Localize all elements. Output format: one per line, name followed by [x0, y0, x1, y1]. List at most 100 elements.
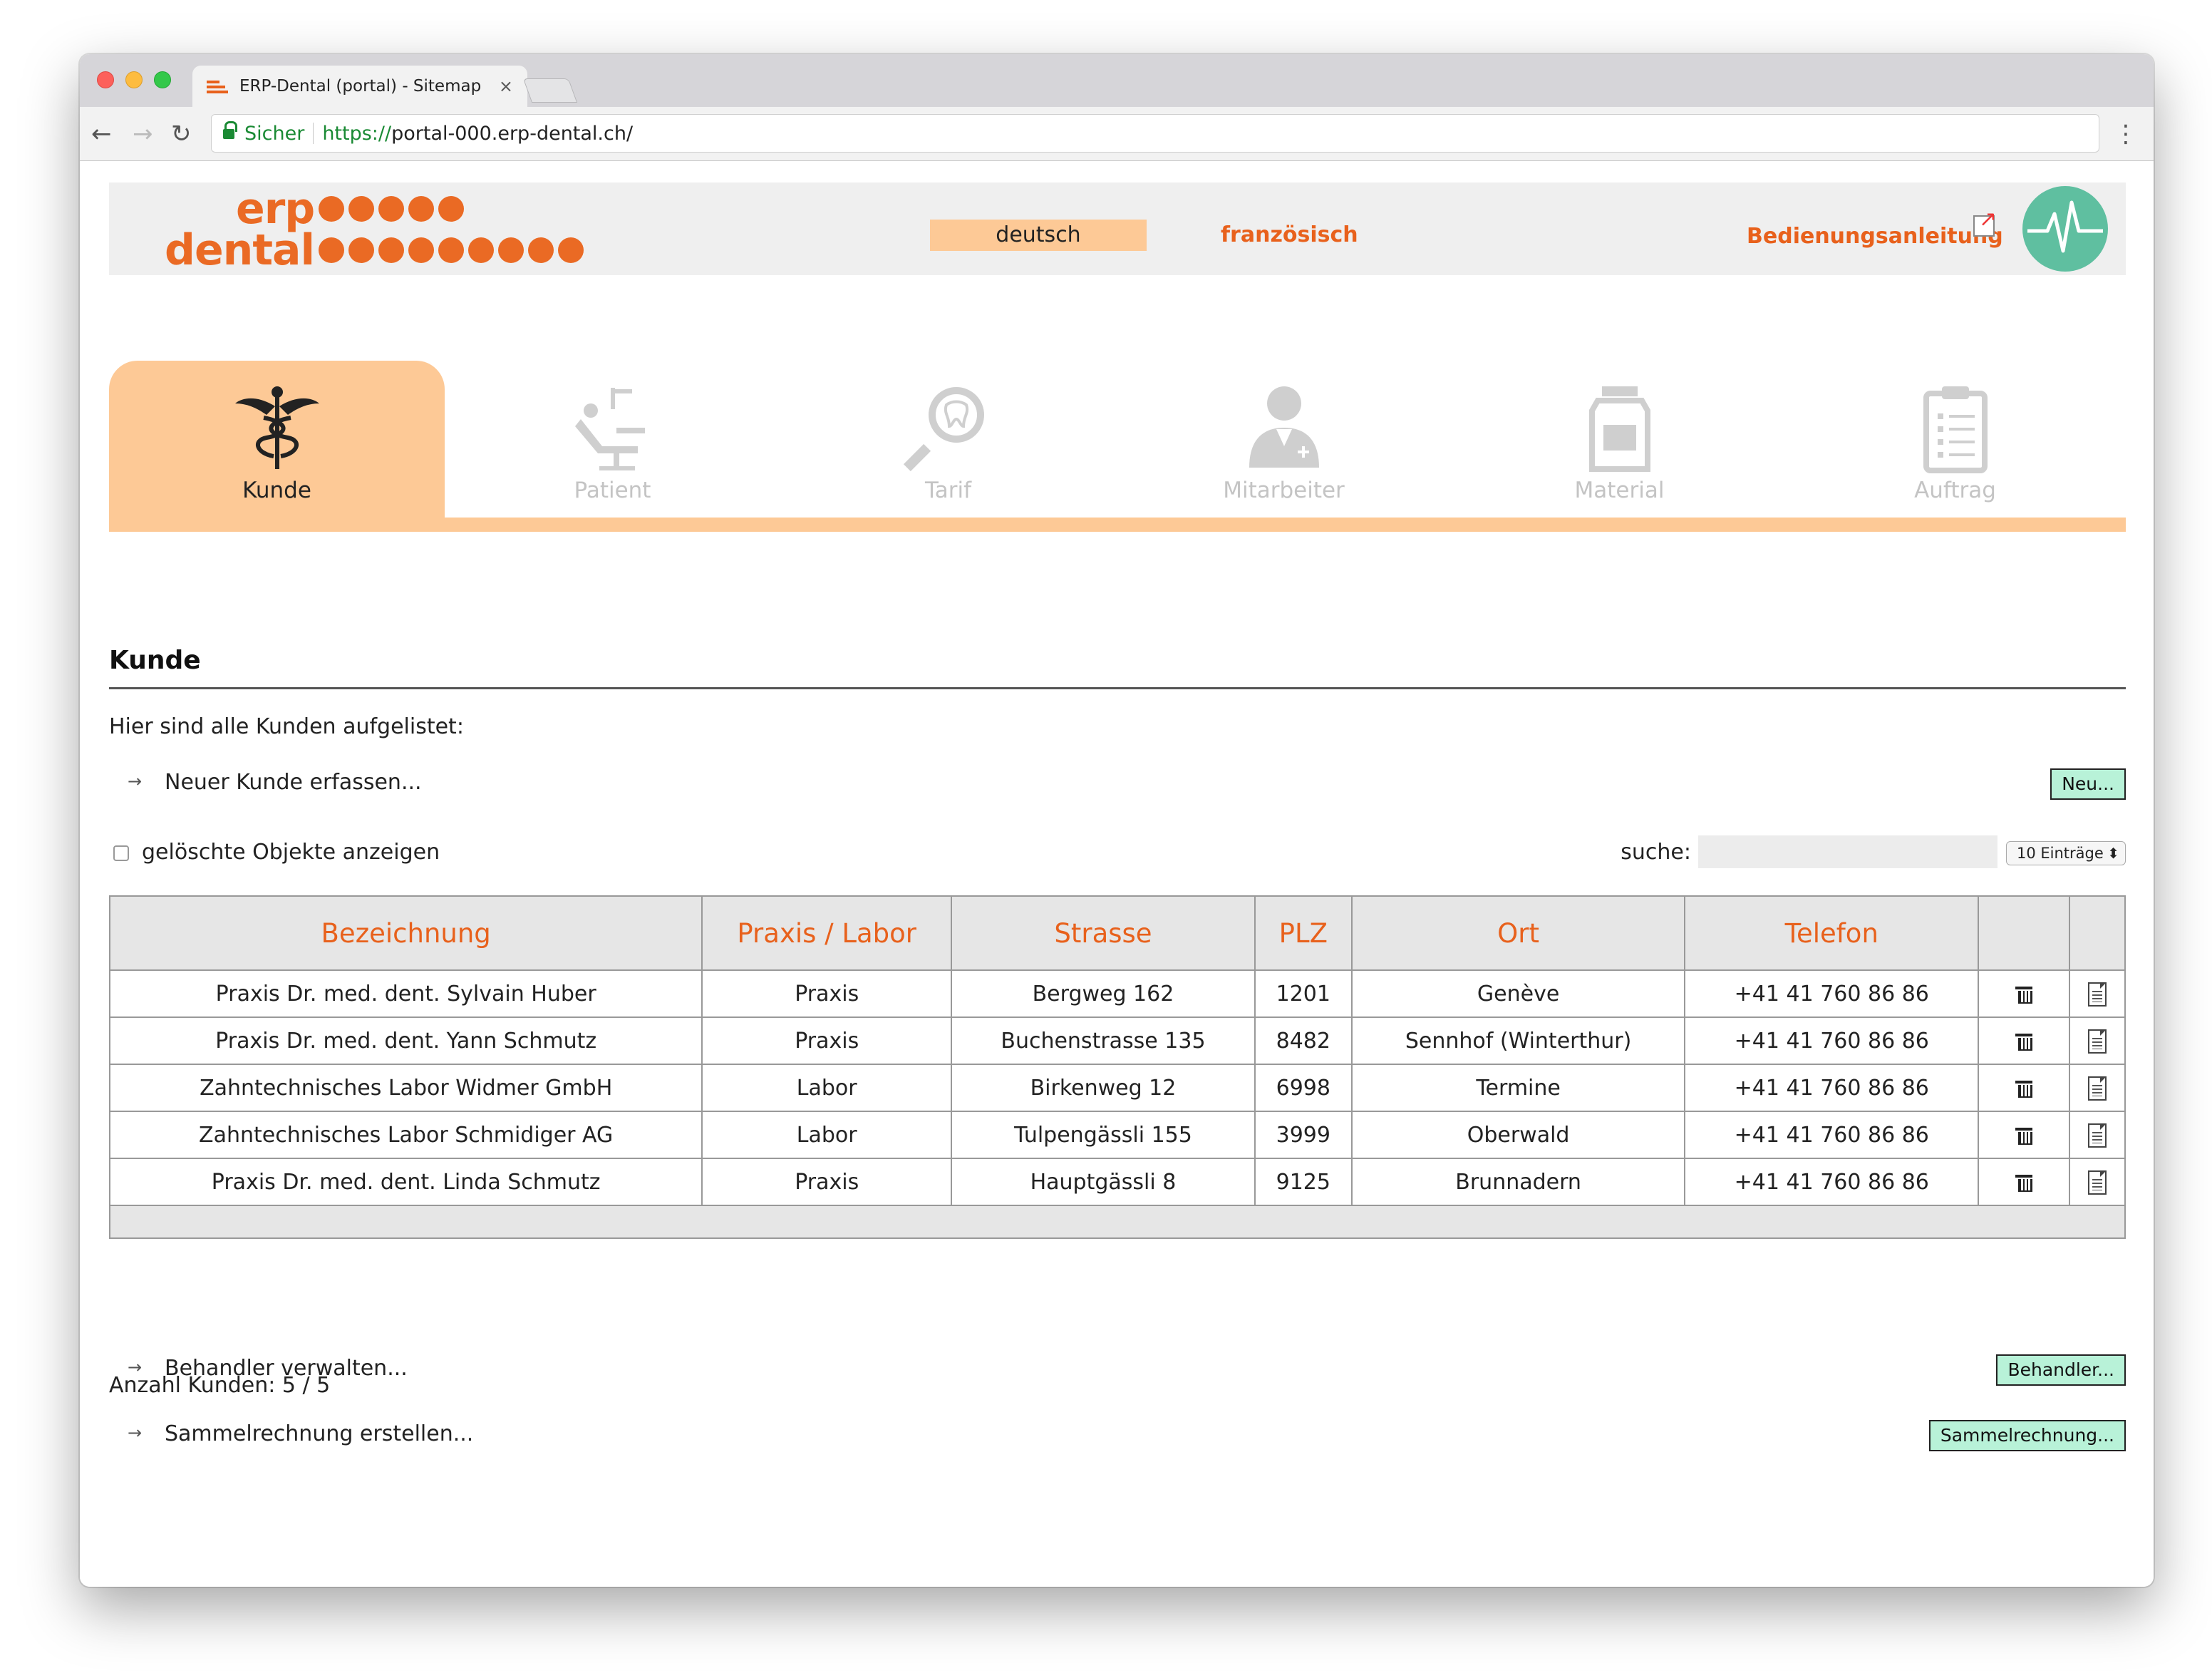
- cell-typ: Praxis: [701, 1016, 953, 1065]
- document-icon[interactable]: [2088, 1170, 2107, 1195]
- arrow-right-icon: →: [128, 1423, 143, 1443]
- behandler-button[interactable]: Behandler...: [1996, 1354, 2126, 1386]
- cell-telefon: +41 41 760 86 86: [1684, 1016, 1980, 1065]
- module-tab-kunde[interactable]: Kunde: [109, 361, 445, 532]
- intro-text: Hier sind alle Kunden aufgelistet:: [109, 714, 464, 739]
- column-header-plz[interactable]: PLZ: [1254, 895, 1353, 971]
- customer-table: Bezeichnung Praxis / Labor Strasse PLZ O…: [108, 895, 2126, 1239]
- cell-typ: Labor: [701, 1064, 953, 1112]
- browser-tab-active[interactable]: ERP-Dental (portal) - Sitemap ×: [192, 66, 527, 107]
- section-divider: [109, 687, 2126, 689]
- table-row[interactable]: Praxis Dr. med. dent. Linda Schmutz Prax…: [108, 1158, 2126, 1206]
- cell-strasse: Birkenweg 12: [951, 1064, 1256, 1112]
- trash-icon[interactable]: [2015, 1173, 2033, 1192]
- show-deleted-checkbox[interactable]: [113, 845, 129, 861]
- cell-strasse: Bergweg 162: [951, 969, 1256, 1018]
- column-header-ort[interactable]: Ort: [1350, 895, 1686, 971]
- details-cell: [2069, 1158, 2126, 1206]
- document-icon[interactable]: [2088, 1123, 2107, 1148]
- new-tab-button[interactable]: [522, 78, 578, 103]
- browser-menu-icon[interactable]: ⋮: [2114, 121, 2138, 147]
- module-label-kunde: Kunde: [242, 478, 311, 503]
- cell-typ: Praxis: [701, 1158, 953, 1206]
- module-tab-tarif[interactable]: Tarif: [780, 361, 1116, 518]
- tab-close-icon[interactable]: ×: [499, 76, 513, 96]
- cell-typ: Labor: [701, 1111, 953, 1159]
- reload-icon[interactable]: ↻: [171, 120, 192, 148]
- new-customer-button[interactable]: Neu...: [2050, 768, 2126, 800]
- details-cell: [2069, 1064, 2126, 1112]
- behandler-row: → Behandler verwalten... Behandler...: [109, 1353, 2126, 1389]
- sammelrechnung-text: Sammelrechnung erstellen...: [165, 1421, 474, 1446]
- table-row[interactable]: Zahntechnisches Labor Schmidiger AG Labo…: [108, 1111, 2126, 1159]
- address-separator: [313, 123, 314, 144]
- arrow-right-icon: →: [128, 771, 143, 791]
- forward-arrow-icon[interactable]: →: [133, 120, 153, 148]
- search-input[interactable]: [1698, 835, 1997, 868]
- cell-ort: Genève: [1350, 969, 1686, 1018]
- cell-plz: 1201: [1254, 969, 1353, 1018]
- manual-link[interactable]: Bedienungsanleitung: [1747, 221, 2003, 252]
- cell-bezeichnung: Zahntechnisches Labor Schmidiger AG: [108, 1111, 703, 1159]
- table-row[interactable]: Praxis Dr. med. dent. Sylvain Huber Prax…: [108, 969, 2126, 1018]
- module-label-patient: Patient: [574, 478, 651, 503]
- cell-typ: Praxis: [701, 969, 953, 1018]
- delete-cell: [1978, 1111, 2070, 1159]
- delete-cell: [1978, 1016, 2070, 1065]
- favicon-icon: [207, 79, 228, 93]
- cell-ort: Brunnadern: [1350, 1158, 1686, 1206]
- document-icon[interactable]: [2088, 982, 2107, 1007]
- table-row[interactable]: Zahntechnisches Labor Widmer GmbH Labor …: [108, 1064, 2126, 1112]
- trash-icon[interactable]: [2015, 985, 2033, 1004]
- module-tab-patient[interactable]: Patient: [445, 361, 780, 518]
- external-link-icon[interactable]: [1973, 207, 1997, 237]
- module-tab-mitarbeiter[interactable]: Mitarbeiter: [1116, 361, 1452, 518]
- document-icon[interactable]: [2088, 1029, 2107, 1054]
- erp-dental-logo[interactable]: erp dental: [165, 187, 584, 275]
- trash-icon[interactable]: [2015, 1079, 2033, 1098]
- filter-row: gelöschte Objekte anzeigen suche: 10 Ein…: [109, 833, 2126, 873]
- page-size-select[interactable]: 10 Einträge: [2006, 841, 2126, 865]
- caduceus-icon: [234, 386, 319, 469]
- cell-bezeichnung: Praxis Dr. med. dent. Yann Schmutz: [108, 1016, 703, 1065]
- column-header-strasse[interactable]: Strasse: [951, 895, 1256, 971]
- cell-bezeichnung: Praxis Dr. med. dent. Linda Schmutz: [108, 1158, 703, 1206]
- back-arrow-icon[interactable]: ←: [91, 120, 112, 148]
- delete-cell: [1978, 1064, 2070, 1112]
- cell-telefon: +41 41 760 86 86: [1684, 1111, 1980, 1159]
- sammelrechnung-button[interactable]: Sammelrechnung...: [1928, 1420, 2126, 1451]
- url-text: portal-000.erp-dental.ch/: [391, 122, 634, 145]
- secure-label: Sicher: [244, 122, 305, 145]
- cell-telefon: +41 41 760 86 86: [1684, 1064, 1980, 1112]
- column-header-telefon[interactable]: Telefon: [1684, 895, 1980, 971]
- tab-title: ERP-Dental (portal) - Sitemap: [239, 77, 482, 96]
- table-row[interactable]: Praxis Dr. med. dent. Yann Schmutz Praxi…: [108, 1016, 2126, 1065]
- logo-word-dental: dental: [165, 225, 315, 275]
- language-german-button[interactable]: deutsch: [930, 220, 1147, 251]
- window-maximize-button[interactable]: [154, 71, 171, 88]
- delete-cell: [1978, 969, 2070, 1018]
- trash-icon[interactable]: [2015, 1032, 2033, 1051]
- cell-plz: 8482: [1254, 1016, 1353, 1065]
- cell-plz: 3999: [1254, 1111, 1353, 1159]
- column-header-bezeichnung[interactable]: Bezeichnung: [108, 895, 703, 971]
- window-minimize-button[interactable]: [125, 71, 143, 88]
- module-tab-auftrag[interactable]: Auftrag: [1787, 361, 2123, 518]
- address-bar[interactable]: Sicher https:// portal-000.erp-dental.ch…: [211, 114, 2099, 153]
- language-french-link[interactable]: französisch: [1221, 220, 1358, 251]
- trash-icon[interactable]: [2015, 1126, 2033, 1145]
- page-content: erp dental deutsch französisch Bedienung…: [80, 161, 2154, 1587]
- column-header-delete: [1978, 895, 2070, 971]
- cell-ort: Oberwald: [1350, 1111, 1686, 1159]
- cell-strasse: Hauptgässli 8: [951, 1158, 1256, 1206]
- column-header-praxis-labor[interactable]: Praxis / Labor: [701, 895, 953, 971]
- window-close-button[interactable]: [97, 71, 114, 88]
- browser-toolbar: ← → ↻ Sicher https:// portal-000.erp-den…: [80, 107, 2154, 161]
- module-label-material: Material: [1574, 478, 1665, 503]
- show-deleted-label: gelöschte Objekte anzeigen: [142, 840, 440, 865]
- document-icon[interactable]: [2088, 1076, 2107, 1101]
- url-scheme: https://: [322, 122, 392, 145]
- module-tab-material[interactable]: Material: [1452, 361, 1787, 518]
- sammelrechnung-row: → Sammelrechnung erstellen... Sammelrech…: [109, 1419, 2126, 1454]
- clipboard-icon: [1923, 386, 1988, 473]
